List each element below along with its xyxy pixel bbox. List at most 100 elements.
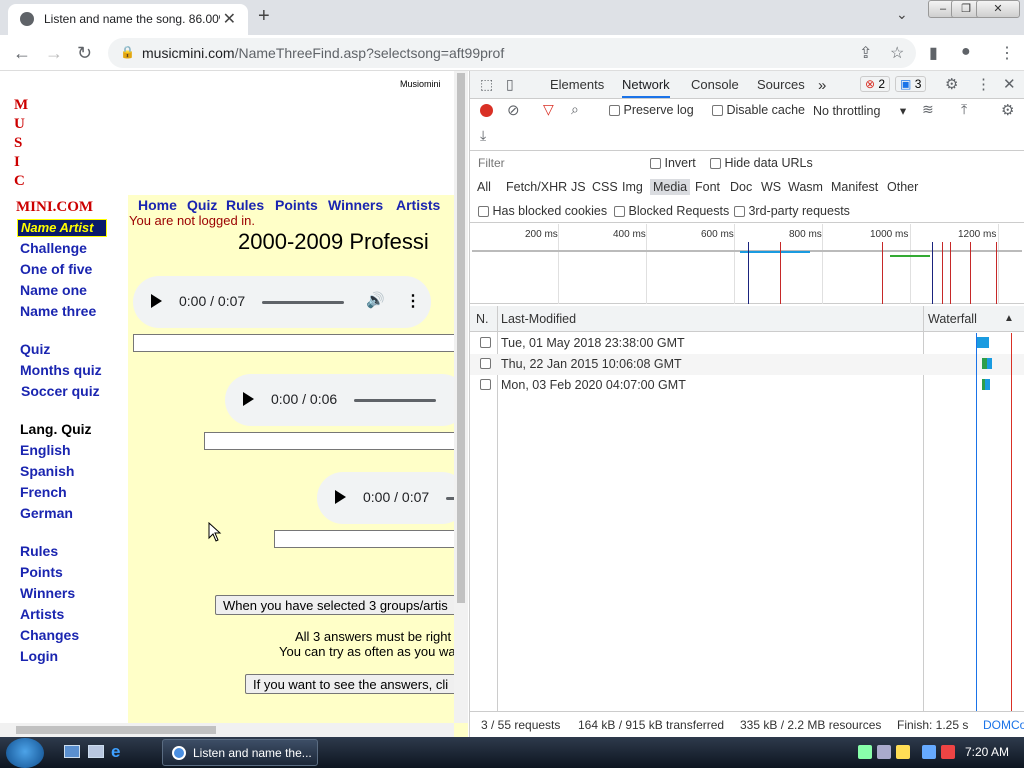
filter-icon[interactable]: ▽ bbox=[543, 101, 554, 118]
topnav-points[interactable]: Points bbox=[275, 197, 318, 213]
nav-soccer-quiz[interactable]: Soccer quiz bbox=[21, 383, 100, 399]
back-icon[interactable]: ← bbox=[13, 43, 31, 64]
profile-icon[interactable]: ● bbox=[961, 43, 971, 61]
play-icon[interactable] bbox=[243, 392, 254, 406]
search-icon[interactable]: ⌕ bbox=[571, 101, 579, 118]
preserve-log-checkbox[interactable]: Preserve log bbox=[609, 103, 694, 117]
filter-input[interactable] bbox=[476, 154, 636, 172]
menu-kebab-icon[interactable]: ⋮ bbox=[999, 43, 1015, 63]
inspect-icon[interactable]: ⬚ bbox=[480, 76, 493, 93]
topnav-winners[interactable]: Winners bbox=[328, 197, 383, 213]
new-tab-icon[interactable]: + bbox=[258, 5, 270, 28]
nav-months-quiz[interactable]: Months quiz bbox=[20, 362, 102, 378]
tray-display-icon[interactable] bbox=[922, 745, 936, 759]
tray-icon[interactable] bbox=[877, 745, 891, 759]
start-button[interactable] bbox=[6, 738, 44, 768]
switch-windows-icon[interactable] bbox=[88, 745, 104, 758]
error-count-badge[interactable]: ⊗ 2 bbox=[860, 76, 891, 92]
devtools-close-icon[interactable]: ✕ bbox=[1003, 75, 1016, 93]
topnav-home[interactable]: Home bbox=[138, 197, 177, 213]
tab-search-chevron-icon[interactable]: ⌄ bbox=[896, 6, 908, 23]
type-css[interactable]: CSS bbox=[592, 180, 618, 194]
type-wasm[interactable]: Wasm bbox=[788, 180, 823, 194]
message-count-badge[interactable]: ▣ 3 bbox=[895, 76, 927, 92]
play-icon[interactable] bbox=[151, 294, 162, 308]
tab-console[interactable]: Console bbox=[691, 77, 739, 92]
audio-progress[interactable] bbox=[262, 301, 344, 304]
side-panel-icon[interactable]: ▮ bbox=[929, 43, 938, 63]
taskbar-chrome-item[interactable]: Listen and name the... bbox=[162, 739, 318, 766]
nav-artists[interactable]: Artists bbox=[20, 606, 64, 622]
name-artist-badge[interactable]: Name Artist bbox=[17, 219, 107, 237]
audio-progress[interactable] bbox=[354, 399, 436, 402]
nav-quiz[interactable]: Quiz bbox=[20, 341, 50, 357]
more-tabs-icon[interactable]: » bbox=[818, 77, 826, 94]
tab-close-icon[interactable]: ✕ bbox=[223, 9, 236, 29]
col-waterfall[interactable]: Waterfall bbox=[928, 312, 977, 326]
answer-input[interactable] bbox=[204, 432, 468, 450]
answer-input[interactable] bbox=[133, 334, 468, 352]
internet-explorer-icon[interactable]: e bbox=[111, 742, 120, 762]
type-ws[interactable]: WS bbox=[761, 180, 781, 194]
col-last-modified[interactable]: Last-Modified bbox=[501, 312, 576, 326]
type-js[interactable]: JS bbox=[571, 180, 586, 194]
devtools-menu-icon[interactable]: ⋮ bbox=[976, 75, 991, 93]
tab-sources[interactable]: Sources bbox=[757, 77, 805, 92]
taskbar-clock[interactable]: 7:20 AM bbox=[965, 745, 1009, 759]
nav-changes[interactable]: Changes bbox=[20, 627, 79, 643]
nav-rules[interactable]: Rules bbox=[20, 543, 58, 559]
tray-shield-icon[interactable] bbox=[896, 745, 910, 759]
type-fetch-xhr[interactable]: Fetch/XHR bbox=[506, 180, 567, 194]
browser-tab[interactable]: Listen and name the song. 86.00% ✕ bbox=[8, 4, 248, 35]
timeline-overview[interactable]: 200 ms 400 ms 600 ms 800 ms 1000 ms 1200… bbox=[470, 224, 1024, 304]
topnav-quiz[interactable]: Quiz bbox=[187, 197, 217, 213]
type-all[interactable]: All bbox=[477, 180, 491, 194]
clear-icon[interactable]: ⊘ bbox=[507, 101, 520, 119]
row-checkbox[interactable] bbox=[480, 358, 491, 369]
type-other[interactable]: Other bbox=[887, 180, 918, 194]
network-conditions-icon[interactable]: ≋ bbox=[922, 101, 934, 118]
forward-icon[interactable]: → bbox=[45, 43, 63, 64]
disable-cache-checkbox[interactable]: Disable cache bbox=[712, 103, 805, 117]
export-har-icon[interactable]: ⤓ bbox=[480, 127, 486, 144]
nav-challenge[interactable]: Challenge bbox=[20, 240, 87, 256]
table-row[interactable]: Tue, 01 May 2018 23:38:00 GMT bbox=[470, 333, 1024, 354]
share-icon[interactable]: ⇪ bbox=[859, 43, 872, 63]
tab-network[interactable]: Network bbox=[622, 77, 670, 98]
sort-up-icon[interactable]: ▲ bbox=[1004, 313, 1014, 324]
row-checkbox[interactable] bbox=[480, 337, 491, 348]
topnav-artists[interactable]: Artists bbox=[396, 197, 440, 213]
throttling-select[interactable]: No throttling ▾ bbox=[813, 103, 906, 118]
topnav-rules[interactable]: Rules bbox=[226, 197, 264, 213]
nav-name-three[interactable]: Name three bbox=[20, 303, 96, 319]
nav-english[interactable]: English bbox=[20, 442, 71, 458]
tray-volume-muted-icon[interactable] bbox=[941, 745, 955, 759]
address-bar[interactable]: 🔒 musicmini.com/NameThreeFind.asp?select… bbox=[108, 38, 916, 68]
blocked-cookies-checkbox[interactable]: Has blocked cookies bbox=[478, 204, 607, 218]
page-vertical-scrollbar[interactable] bbox=[454, 71, 468, 723]
play-icon[interactable] bbox=[335, 490, 346, 504]
nav-name-one[interactable]: Name one bbox=[20, 282, 87, 298]
type-img[interactable]: Img bbox=[622, 180, 643, 194]
page-horizontal-scrollbar[interactable] bbox=[0, 723, 454, 737]
nav-one-of-five[interactable]: One of five bbox=[20, 261, 92, 277]
type-media[interactable]: Media bbox=[650, 179, 691, 195]
show-desktop-icon[interactable] bbox=[64, 745, 80, 758]
nav-login[interactable]: Login bbox=[20, 648, 58, 664]
reload-icon[interactable]: ↻ bbox=[77, 43, 92, 64]
audio-menu-icon[interactable]: ⋮ bbox=[405, 291, 421, 311]
col-n[interactable]: N. bbox=[476, 312, 489, 326]
tab-elements[interactable]: Elements bbox=[550, 77, 604, 92]
type-font[interactable]: Font bbox=[695, 180, 720, 194]
settings-gear-icon[interactable]: ⚙ bbox=[945, 75, 958, 93]
audio-player[interactable]: 0:00 / 0:07 bbox=[317, 472, 468, 524]
nav-spanish[interactable]: Spanish bbox=[20, 463, 74, 479]
nav-french[interactable]: French bbox=[20, 484, 67, 500]
nav-german[interactable]: German bbox=[20, 505, 73, 521]
audio-player[interactable]: 0:00 / 0:07 🔊 ⋮ bbox=[133, 276, 431, 328]
record-icon[interactable] bbox=[480, 104, 493, 117]
table-row[interactable]: Mon, 03 Feb 2020 04:07:00 GMT bbox=[470, 375, 1024, 396]
row-checkbox[interactable] bbox=[480, 379, 491, 390]
bookmark-star-icon[interactable]: ☆ bbox=[890, 43, 904, 63]
invert-checkbox[interactable]: Invert bbox=[650, 156, 696, 170]
